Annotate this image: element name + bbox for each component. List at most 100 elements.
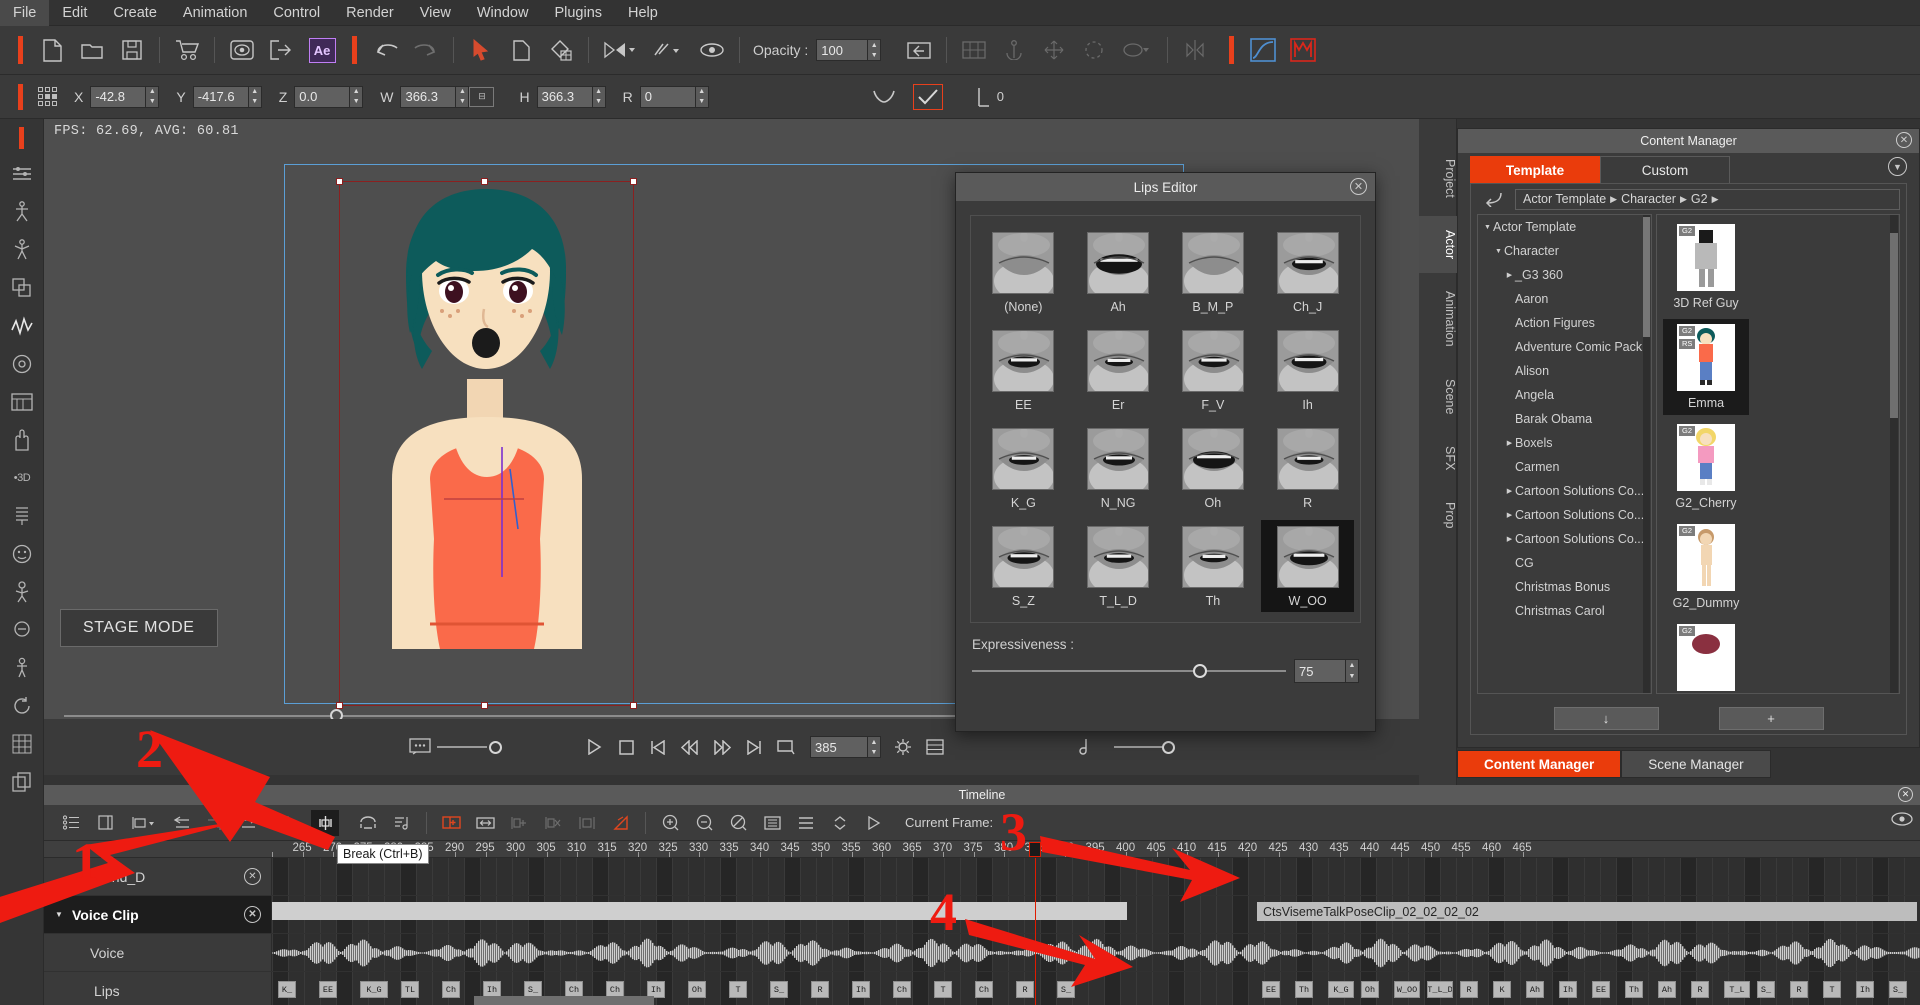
viseme-chip[interactable]: S_	[1057, 981, 1075, 998]
viseme-chip[interactable]: T	[1823, 981, 1841, 998]
viseme-chip[interactable]: S_	[1757, 981, 1775, 998]
transform-spinner-r[interactable]: ▲ ▼	[695, 85, 709, 108]
viseme-chip[interactable]: S_	[1889, 981, 1907, 998]
viseme-cell-r[interactable]: R	[1261, 422, 1354, 514]
redo-icon[interactable]	[406, 31, 446, 69]
prev-key-icon[interactable]	[167, 810, 195, 836]
tab-content-manager[interactable]: Content Manager	[1457, 750, 1622, 778]
dock-tab-animation[interactable]: Animation	[1419, 277, 1457, 361]
tree-node[interactable]: ▶ Cartoon Solutions Co...	[1478, 479, 1651, 503]
tree-node[interactable]: CG	[1478, 551, 1651, 575]
add-layer-icon[interactable]	[125, 810, 161, 836]
asset-thumbnail-cell[interactable]: G2	[1663, 619, 1749, 693]
tree-node[interactable]: Barak Obama	[1478, 407, 1651, 431]
spring-tool-icon[interactable]	[0, 497, 44, 535]
reset-zoom-icon[interactable]	[758, 810, 786, 836]
speech-tool-icon[interactable]	[0, 611, 44, 649]
viseme-cell-t_l_d[interactable]: T_L_D	[1072, 520, 1165, 612]
viseme-cell-ih[interactable]: Ih	[1261, 324, 1354, 416]
viewport-zoom-slider[interactable]	[64, 709, 964, 719]
opacity-stepper[interactable]: ▲▼	[816, 39, 882, 61]
viseme-cell-k_g[interactable]: K_G	[977, 422, 1070, 514]
viseme-chip[interactable]: Th	[1625, 981, 1643, 998]
copy-layer-tool-icon[interactable]	[0, 763, 44, 801]
viseme-chip[interactable]: K_G	[1328, 981, 1354, 998]
fit-all-icon[interactable]	[724, 810, 752, 836]
3d-tool-icon[interactable]: •3D	[0, 459, 44, 497]
viseme-cell-s_z[interactable]: S_Z	[977, 520, 1070, 612]
viseme-chip[interactable]: EE	[1262, 981, 1280, 998]
transform-input-z[interactable]	[294, 85, 351, 108]
scale-icon[interactable]	[1114, 31, 1160, 69]
expand-rows-icon[interactable]	[792, 810, 820, 836]
rotate-path-tool-icon[interactable]	[0, 687, 44, 725]
slider-knob[interactable]	[330, 709, 343, 719]
hand-rig-tool-icon[interactable]	[0, 421, 44, 459]
loop-range-button[interactable]	[770, 731, 802, 763]
dock-tab-sfx[interactable]: SFX	[1419, 432, 1457, 484]
jump-end-button[interactable]	[738, 731, 770, 763]
pivot-grid-icon[interactable]	[38, 87, 57, 106]
close-icon[interactable]: ✕	[244, 868, 261, 885]
chevron-down-icon[interactable]: ▼	[1888, 157, 1907, 176]
tree-node[interactable]: Aaron	[1478, 287, 1651, 311]
track-label-cell[interactable]: Lips	[44, 972, 272, 1005]
timeline-track-row[interactable]: ▼ Voice Clip ✕ CtsVisemeTalkPoseClip_02_02_…	[44, 896, 1920, 934]
stop-button[interactable]	[610, 731, 642, 763]
frame-spinner[interactable]: ▲ ▼	[868, 736, 881, 758]
viseme-chip[interactable]: T	[934, 981, 952, 998]
timeline-horizontal-scrollbar[interactable]	[474, 996, 654, 1005]
viseme-chip[interactable]: Ch	[893, 981, 911, 998]
playhead[interactable]	[1034, 858, 1036, 1005]
viseme-cell-w_oo[interactable]: W_OO	[1261, 520, 1354, 612]
audio-note-icon[interactable]	[1066, 731, 1098, 763]
selection-handle[interactable]	[336, 702, 343, 709]
asset-thumbnail-cell[interactable]: G2 RS Emma	[1663, 319, 1749, 415]
track-body[interactable]	[272, 858, 1920, 895]
viseme-chip[interactable]: T_L	[1724, 981, 1750, 998]
select-arrow-icon[interactable]	[461, 31, 501, 69]
play-range-icon[interactable]	[596, 31, 644, 69]
tab-custom[interactable]: Custom	[1600, 156, 1730, 183]
viseme-chip[interactable]: Oh	[688, 981, 706, 998]
transform-stepper-r[interactable]: ▲▼	[639, 85, 709, 108]
motion-live-icon[interactable]	[1283, 31, 1323, 69]
thumbs-scrollbar-thumb[interactable]	[1890, 233, 1898, 418]
dock-tab-scene[interactable]: Scene	[1419, 365, 1457, 428]
tree-node[interactable]: Adventure Comic Pack	[1478, 335, 1651, 359]
viseme-chip[interactable]: T	[729, 981, 747, 998]
viseme-clip-block[interactable]: CtsVisemeTalkPoseClip_02_02_02_02	[1257, 902, 1917, 921]
link-chain-icon[interactable]	[644, 31, 692, 69]
chevron-right-icon[interactable]: ▶	[1504, 271, 1515, 279]
viseme-chip[interactable]: Ih	[852, 981, 870, 998]
viseme-cell-n_ng[interactable]: N_NG	[1072, 422, 1165, 514]
dock-tab-prop[interactable]: Prop	[1419, 488, 1457, 542]
menu-item-plugins[interactable]: Plugins	[541, 0, 615, 26]
transform-input-h[interactable]	[536, 85, 593, 108]
viseme-chip[interactable]: K	[1493, 981, 1511, 998]
viseme-chip[interactable]: R	[1691, 981, 1709, 998]
current-frame-stepper[interactable]: ▲▼	[810, 736, 881, 758]
menu-item-edit[interactable]: Edit	[49, 0, 100, 26]
add-plus-button[interactable]: +	[1718, 707, 1824, 730]
subtitle-slider[interactable]	[409, 738, 502, 756]
next-key-icon[interactable]	[235, 810, 263, 836]
breadcrumb-segment[interactable]: G2	[1691, 192, 1708, 206]
shopping-cart-icon[interactable]	[167, 31, 207, 69]
voice-waveform[interactable]	[272, 934, 1920, 971]
viseme-chip[interactable]: K_	[278, 981, 296, 998]
menu-item-create[interactable]: Create	[100, 0, 170, 26]
viseme-chip[interactable]: Ah	[1526, 981, 1544, 998]
viseme-chip[interactable]: EE	[319, 981, 337, 998]
timeline-tool-icon[interactable]	[0, 155, 44, 193]
viseme-chip[interactable]: TL	[401, 981, 419, 998]
transform-spinner-w[interactable]: ▲ ▼	[456, 85, 470, 108]
timeline-expand-icon[interactable]	[1890, 811, 1914, 831]
grid-align-tool-icon[interactable]	[0, 725, 44, 763]
viseme-cell-oh[interactable]: Oh	[1167, 422, 1260, 514]
transform-input-x[interactable]	[90, 85, 147, 108]
tree-node[interactable]: ▶ Cartoon Solutions Co...	[1478, 527, 1651, 551]
align-baseline-control[interactable]: 0	[977, 86, 1004, 108]
close-icon[interactable]: ✕	[1350, 178, 1367, 195]
timeline-track-row[interactable]: Voice	[44, 934, 1920, 972]
